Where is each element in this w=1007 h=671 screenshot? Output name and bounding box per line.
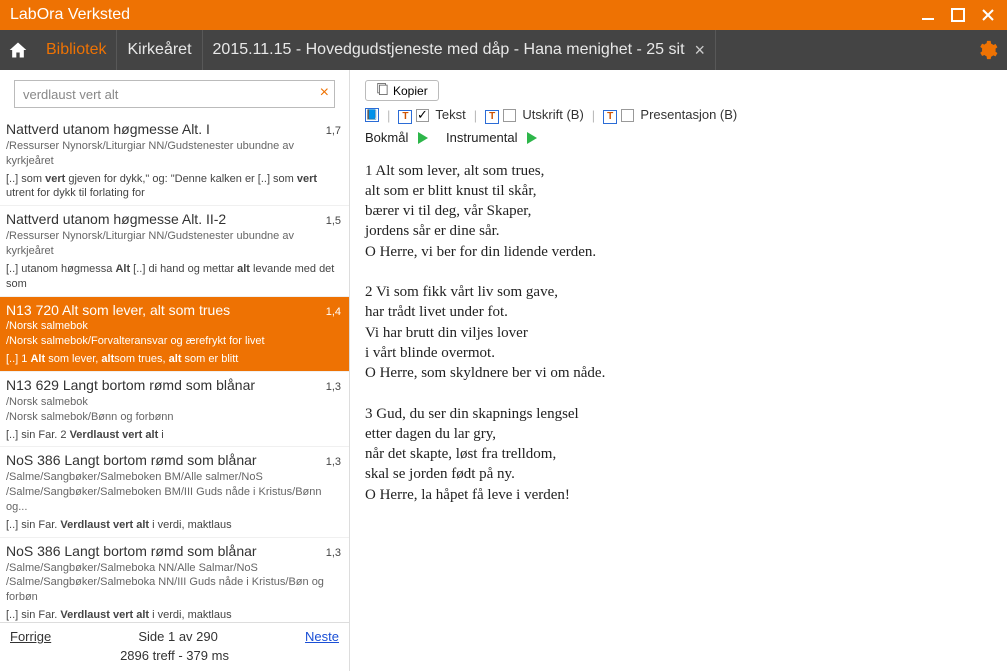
result-path: /Norsk salmebok	[6, 319, 341, 334]
result-title: N13 720 Alt som lever, alt som trues	[6, 301, 230, 320]
pager: Forrige Side 1 av 290 Neste 2896 treff -…	[0, 622, 349, 671]
tab-bar: Bibliotek Kirkeåret 2015.11.15 - Hovedgu…	[0, 30, 1007, 70]
settings-button[interactable]	[967, 30, 1007, 70]
close-button[interactable]	[973, 0, 1003, 30]
copy-button[interactable]: Kopier	[365, 80, 439, 101]
result-snippet: [..] sin Far. 2 Verdlaust vert alt i	[6, 428, 341, 443]
search-input[interactable]	[14, 80, 335, 108]
home-tab[interactable]	[0, 30, 36, 70]
search-result[interactable]: NoS 386 Langt bortom rømd som blånar1,3/…	[0, 538, 349, 622]
result-path: /Norsk salmebok/Bønn og forbønn	[6, 410, 341, 425]
result-title: N13 629 Langt bortom rømd som blånar	[6, 376, 255, 395]
option-label: Tekst	[435, 107, 465, 122]
option-tekst[interactable]: T Tekst	[398, 107, 465, 124]
search-result[interactable]: N13 720 Alt som lever, alt som trues1,4/…	[0, 297, 349, 372]
separator: |	[387, 108, 390, 123]
result-snippet: [..] 1 Alt som lever, altsom trues, alt …	[6, 352, 341, 367]
result-path: /Salme/Sangbøker/Salmeboka NN/Alle Salma…	[6, 561, 341, 576]
option-label: Utskrift (B)	[522, 107, 583, 122]
option-label: Presentasjon (B)	[640, 107, 737, 122]
tab-close-icon[interactable]: ×	[695, 40, 706, 61]
search-result[interactable]: N13 629 Langt bortom rømd som blånar1,3/…	[0, 372, 349, 447]
result-path: /Salme/Sangbøker/Salmeboka NN/III Guds n…	[6, 575, 341, 605]
tabbar-spacer	[716, 30, 967, 70]
result-path: /Salme/Sangbøker/Salmeboken BM/Alle salm…	[6, 470, 341, 485]
result-path: /Norsk salmebok	[6, 395, 341, 410]
window-titlebar: LabOra Verksted	[0, 0, 1007, 30]
result-snippet: [..] sin Far. Verdlaust vert alt i verdi…	[6, 518, 341, 533]
results-list[interactable]: Nattverd utanom høgmesse Alt. I 1,7/Ressu…	[0, 116, 349, 622]
result-title: NoS 386 Langt bortom rømd som blånar	[6, 451, 257, 470]
bokmal-play[interactable]: Bokmål	[365, 130, 428, 145]
tab-bibliotek[interactable]: Bibliotek	[36, 30, 117, 70]
result-score: 1,3	[326, 455, 341, 470]
next-page-link[interactable]: Neste	[305, 629, 339, 644]
result-path: /Salme/Sangbøker/Salmeboken BM/III Guds …	[6, 485, 341, 515]
copy-label: Kopier	[393, 84, 428, 98]
main-region: × Nattverd utanom høgmesse Alt. I 1,7/Res…	[0, 70, 1007, 671]
option-presentasjon[interactable]: T Presentasjon (B)	[603, 107, 737, 124]
lyrics-text: 1 Alt som lever, alt som trues, alt som …	[365, 161, 992, 505]
instrumental-label: Instrumental	[446, 130, 518, 145]
tab-label: Bibliotek	[46, 41, 106, 59]
result-score: 1,5	[326, 214, 341, 229]
search-panel: × Nattverd utanom høgmesse Alt. I 1,7/Res…	[0, 70, 350, 671]
play-icon	[527, 132, 537, 144]
result-path: /Ressurser Nynorsk/Liturgiar NN/Gudstene…	[6, 139, 341, 169]
page-indicator: Side 1 av 290	[138, 629, 218, 644]
result-stats: 2896 treff - 379 ms	[120, 648, 229, 663]
clear-search-icon[interactable]: ×	[320, 84, 329, 102]
search-result[interactable]: Nattverd utanom høgmesse Alt. I 1,7/Ressu…	[0, 116, 349, 206]
maximize-button[interactable]	[943, 0, 973, 30]
tab-label: Kirkeåret	[127, 41, 191, 59]
result-path: /Norsk salmebok/Forvalteransvar og ærefr…	[6, 334, 341, 349]
result-score: 1,3	[326, 546, 341, 561]
option-utskrift[interactable]: T Utskrift (B)	[485, 107, 584, 124]
result-score: 1,4	[326, 305, 341, 320]
content-panel: Kopier 📘 | T Tekst | T Utskrift (B) | T …	[350, 70, 1007, 671]
play-icon	[418, 132, 428, 144]
search-result[interactable]: NoS 386 Langt bortom rømd som blånar1,3/…	[0, 447, 349, 537]
toolbar-primary: Kopier	[365, 80, 992, 101]
tekst-checkbox[interactable]	[416, 109, 429, 122]
result-score: 1,7	[326, 124, 341, 139]
result-title: NoS 386 Langt bortom rømd som blånar	[6, 542, 257, 561]
instrumental-play[interactable]: Instrumental	[446, 130, 537, 145]
book-icon: 📘	[365, 108, 379, 122]
presentation-icon: T	[603, 110, 617, 124]
separator: |	[474, 108, 477, 123]
result-title: Nattverd utanom høgmesse Alt. I	[6, 120, 210, 139]
separator: |	[592, 108, 595, 123]
toolbar-audio: Bokmål Instrumental	[365, 130, 992, 145]
minimize-button[interactable]	[913, 0, 943, 30]
result-score: 1,3	[326, 380, 341, 395]
tab-document[interactable]: 2015.11.15 - Hovedgudstjeneste med dåp -…	[203, 30, 717, 70]
tab-label: 2015.11.15 - Hovedgudstjeneste med dåp -…	[213, 41, 685, 59]
toolbar-view-options: 📘 | T Tekst | T Utskrift (B) | T Present…	[365, 107, 992, 124]
prev-page-link[interactable]: Forrige	[10, 629, 51, 644]
result-snippet: [..] som vert gjeven for dykk," og: "Den…	[6, 172, 341, 202]
search-result[interactable]: Nattverd utanom høgmesse Alt. II-2 1,5/Re…	[0, 206, 349, 296]
print-icon: T	[485, 110, 499, 124]
result-snippet: [..] utanom høgmessa Alt [..] di hand og…	[6, 262, 341, 292]
result-title: Nattverd utanom høgmesse Alt. II-2	[6, 210, 226, 229]
result-path: /Ressurser Nynorsk/Liturgiar NN/Gudstene…	[6, 229, 341, 259]
copy-icon	[376, 83, 388, 98]
text-icon: T	[398, 110, 412, 124]
search-box: ×	[14, 80, 335, 108]
window-title: LabOra Verksted	[10, 6, 913, 24]
presentasjon-checkbox[interactable]	[621, 109, 634, 122]
result-snippet: [..] sin Far. Verdlaust vert alt i verdi…	[6, 608, 341, 622]
utskrift-checkbox[interactable]	[503, 109, 516, 122]
tab-kirkearet[interactable]: Kirkeåret	[117, 30, 202, 70]
bokmal-label: Bokmål	[365, 130, 408, 145]
